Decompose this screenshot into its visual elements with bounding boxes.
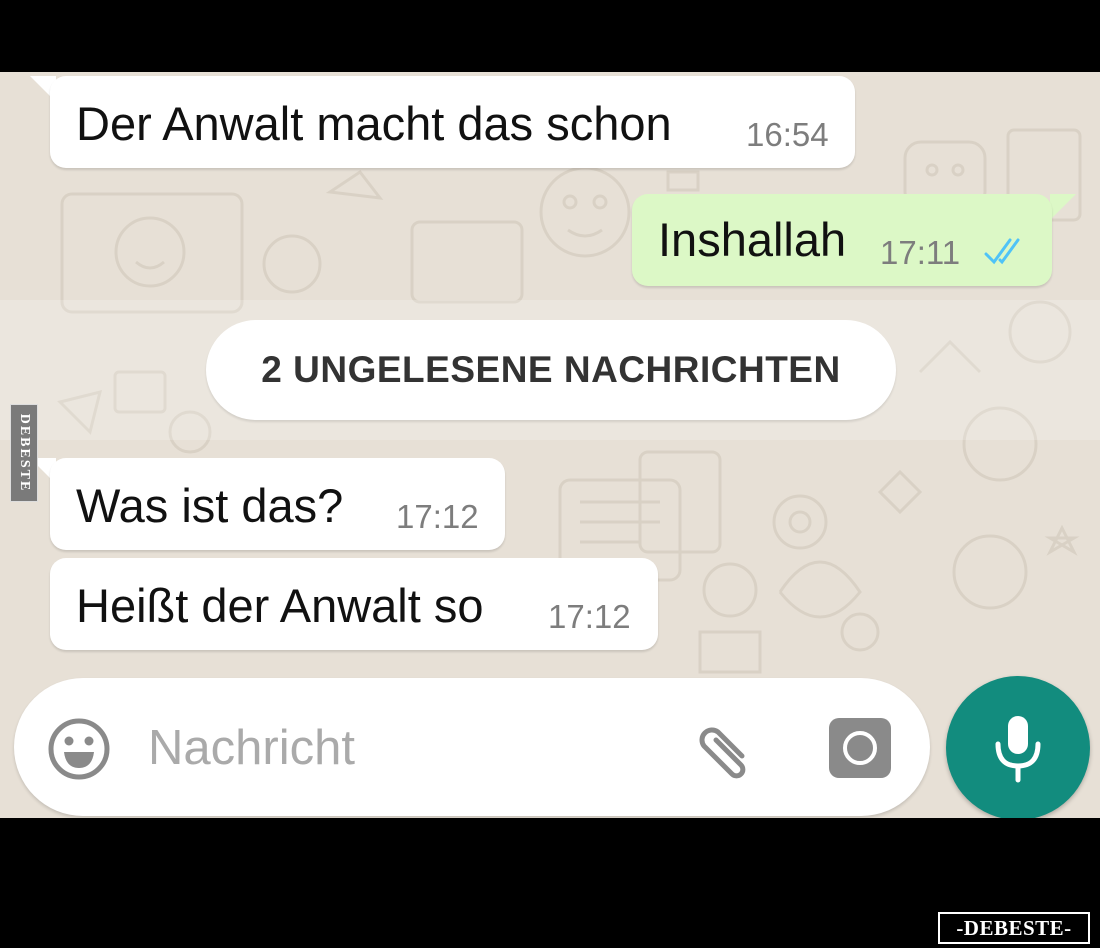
watermark-logo: -DEBESTE- [938,912,1090,944]
message-timestamp: 17:11 [880,234,961,271]
message-timestamp: 17:12 [396,498,479,535]
watermark-side-text: DEBESTE [17,413,32,493]
message-timestamp: 16:54 [746,116,829,153]
watermark-bottom-text: -DEBESTE- [956,915,1072,940]
unread-messages-banner: 2 UNGELESENE NACHRICHTEN [206,320,896,420]
message-text: Heißt der Anwalt so [76,579,484,632]
message-text: Inshallah [658,213,847,266]
message-bubble-outgoing[interactable]: Inshallah 17:11 [632,194,1052,286]
voice-message-button[interactable] [946,676,1090,818]
message-bubble-incoming[interactable]: Heißt der Anwalt so 17:12 [50,558,658,650]
message-input[interactable]: Nachricht [148,720,355,776]
bubble-tail [1050,194,1076,220]
microphone-icon [995,716,1041,783]
message-bubble-incoming[interactable]: Der Anwalt macht das schon 16:54 [50,76,855,168]
double-check-read-icon [984,238,1020,265]
message-text: Der Anwalt macht das schon [76,97,672,150]
paperclip-icon[interactable] [690,716,760,786]
message-text: Was ist das? [76,479,344,532]
watermark-side: DEBESTE [10,404,38,502]
camera-icon[interactable] [829,718,891,778]
chat-area: Der Anwalt macht das schon 16:54 Inshall… [0,72,1100,818]
camera-lens [843,731,877,765]
unread-banner-label: 2 UNGELESENE NACHRICHTEN [261,349,841,390]
message-input-bar[interactable]: Nachricht [14,678,930,816]
emoji-icon[interactable] [46,716,112,782]
message-bubble-incoming[interactable]: Was ist das? 17:12 [50,458,505,550]
message-timestamp: 17:12 [548,598,631,635]
